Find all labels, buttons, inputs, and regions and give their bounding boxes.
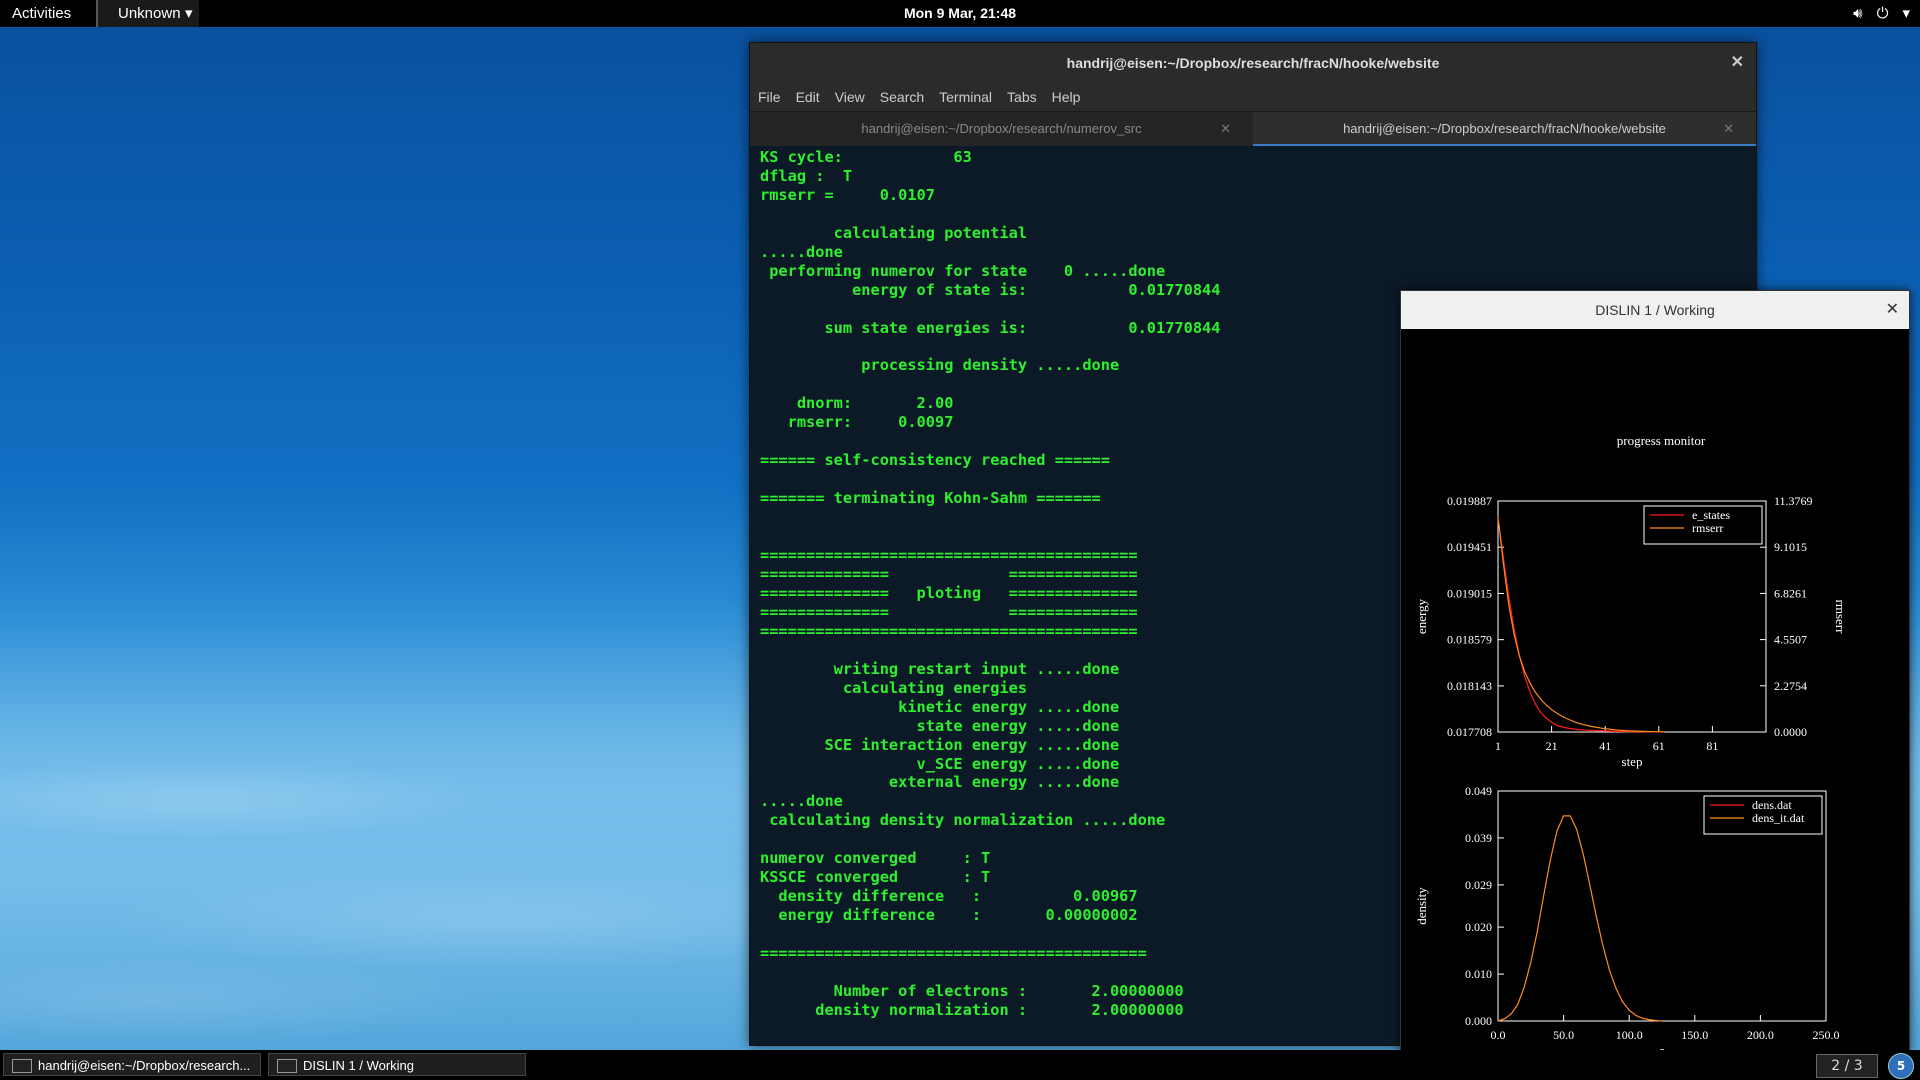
close-icon[interactable]: ✕ — [1220, 112, 1231, 146]
terminal-icon — [12, 1059, 32, 1073]
tab-website[interactable]: handrij@eisen:~/Dropbox/research/fracN/h… — [1253, 112, 1756, 146]
y-tick-label: 0.010 — [1465, 967, 1492, 981]
series-line-rmserr — [1497, 516, 1665, 733]
y2-tick-label: 9.1015 — [1774, 540, 1807, 554]
series-line-dens-it-dat — [1497, 815, 1663, 1022]
x-tick-label: 61 — [1653, 739, 1665, 753]
y-tick-label: 0.019887 — [1447, 494, 1492, 508]
menu-view[interactable]: View — [835, 89, 865, 105]
plot-canvas: progress monitor 1 21 41 61 81 0.017708 0.0181… — [1414, 433, 1848, 1051]
close-icon[interactable]: ✕ — [1723, 112, 1734, 146]
x-tick-label: 0.0 — [1491, 1028, 1506, 1042]
y-tick-label: 0.039 — [1465, 831, 1492, 845]
menu-file[interactable]: File — [758, 89, 781, 105]
clock-label[interactable]: Mon 9 Mar, 21:48 — [904, 5, 1016, 21]
y-tick-label: 0.018579 — [1447, 633, 1492, 647]
y2-tick-label: 0.0000 — [1774, 725, 1807, 739]
x-tick-label: 100.0 — [1616, 1028, 1643, 1042]
series-line-e-states — [1497, 518, 1665, 733]
legend-label: e_states — [1692, 508, 1730, 522]
y-axis-label: density — [1414, 887, 1429, 925]
taskbar-item-label: DISLIN 1 / Working — [303, 1058, 415, 1073]
x-tick-label: 41 — [1599, 739, 1611, 753]
power-icon[interactable]: ⏻ — [1877, 4, 1889, 22]
bottom-taskbar: handrij@eisen:~/Dropbox/research... DISL… — [0, 1050, 1920, 1080]
terminal-menubar: File Edit View Search Terminal Tabs Help — [750, 83, 1756, 111]
activities-button[interactable]: Activities — [12, 5, 71, 22]
y2-tick-label: 4.5507 — [1774, 633, 1807, 647]
x-tick-label: 50.0 — [1553, 1028, 1574, 1042]
menu-help[interactable]: Help — [1052, 89, 1081, 105]
x-tick-label: 1 — [1495, 739, 1501, 753]
menu-edit[interactable]: Edit — [796, 89, 820, 105]
window-icon — [277, 1059, 297, 1073]
tab-label: handrij@eisen:~/Dropbox/research/fracN/h… — [1343, 121, 1666, 136]
system-tray: 🔊︎ ⏻ ▾ — [1853, 4, 1910, 22]
chevron-down-icon: ▾ — [185, 5, 193, 22]
app-menu-label: Unknown — [118, 5, 181, 22]
volume-icon[interactable]: 🔊︎ — [1853, 4, 1862, 22]
close-icon[interactable]: ✕ — [1886, 291, 1899, 329]
y-tick-label: 0.018143 — [1447, 679, 1492, 693]
menu-terminal[interactable]: Terminal — [939, 89, 992, 105]
x-tick-label: 200.0 — [1747, 1028, 1774, 1042]
y2-axis-label: rmserr — [1833, 600, 1848, 635]
x-tick-label: 250.0 — [1813, 1028, 1840, 1042]
x-tick-label: 150.0 — [1681, 1028, 1708, 1042]
terminal-titlebar[interactable]: handrij@eisen:~/Dropbox/research/fracN/h… — [750, 43, 1756, 83]
y-tick-label: 0.029 — [1465, 878, 1492, 892]
x-axis-label: step — [1622, 754, 1643, 769]
app-menu[interactable]: Unknown ▾ — [96, 0, 199, 27]
y2-tick-label: 6.8261 — [1774, 586, 1807, 600]
menu-search[interactable]: Search — [880, 89, 924, 105]
menu-tabs[interactable]: Tabs — [1007, 89, 1037, 105]
y2-tick-label: 2.2754 — [1774, 679, 1807, 693]
legend-label: rmserr — [1692, 521, 1723, 535]
dislin-window: DISLIN 1 / Working ✕ progress monitor 1 2… — [1400, 290, 1910, 1052]
y-axis-label: energy — [1414, 598, 1429, 634]
legend-label: dens_it.dat — [1752, 811, 1805, 825]
chart-heading: progress monitor — [1617, 433, 1706, 448]
y-tick-label: 0.000 — [1465, 1014, 1492, 1028]
clock: Mon 9 Mar, 21:48 — [0, 5, 1920, 21]
y2-tick-label: 11.3769 — [1774, 494, 1813, 508]
taskbar-item-terminal[interactable]: handrij@eisen:~/Dropbox/research... — [3, 1053, 261, 1076]
y-tick-label: 0.019451 — [1447, 540, 1492, 554]
tab-label: handrij@eisen:~/Dropbox/research/numerov… — [861, 121, 1142, 136]
workspace-indicator[interactable]: 2 / 3 — [1816, 1054, 1878, 1078]
window-title: handrij@eisen:~/Dropbox/research/fracN/h… — [1066, 55, 1440, 71]
y-tick-label: 0.017708 — [1447, 725, 1492, 739]
y-tick-label: 0.019015 — [1447, 586, 1492, 600]
x-tick-label: 81 — [1706, 739, 1718, 753]
top-bar: Activities Unknown ▾ Mon 9 Mar, 21:48 🔊︎… — [0, 0, 1920, 27]
y-tick-label: 0.049 — [1465, 784, 1492, 798]
tab-numerov-src[interactable]: handrij@eisen:~/Dropbox/research/numerov… — [750, 112, 1253, 146]
chevron-down-icon[interactable]: ▾ — [1902, 4, 1910, 22]
x-tick-label: 21 — [1546, 739, 1558, 753]
notification-badge[interactable]: 5 — [1888, 1053, 1914, 1079]
window-title: DISLIN 1 / Working — [1595, 302, 1715, 318]
dislin-titlebar[interactable]: DISLIN 1 / Working ✕ — [1401, 291, 1909, 329]
terminal-tabbar: handrij@eisen:~/Dropbox/research/numerov… — [750, 111, 1756, 146]
legend-label: dens.dat — [1752, 798, 1792, 812]
y-tick-label: 0.020 — [1465, 920, 1492, 934]
taskbar-item-dislin[interactable]: DISLIN 1 / Working — [268, 1053, 526, 1076]
close-icon[interactable]: ✕ — [1731, 43, 1744, 83]
taskbar-item-label: handrij@eisen:~/Dropbox/research... — [38, 1058, 251, 1073]
